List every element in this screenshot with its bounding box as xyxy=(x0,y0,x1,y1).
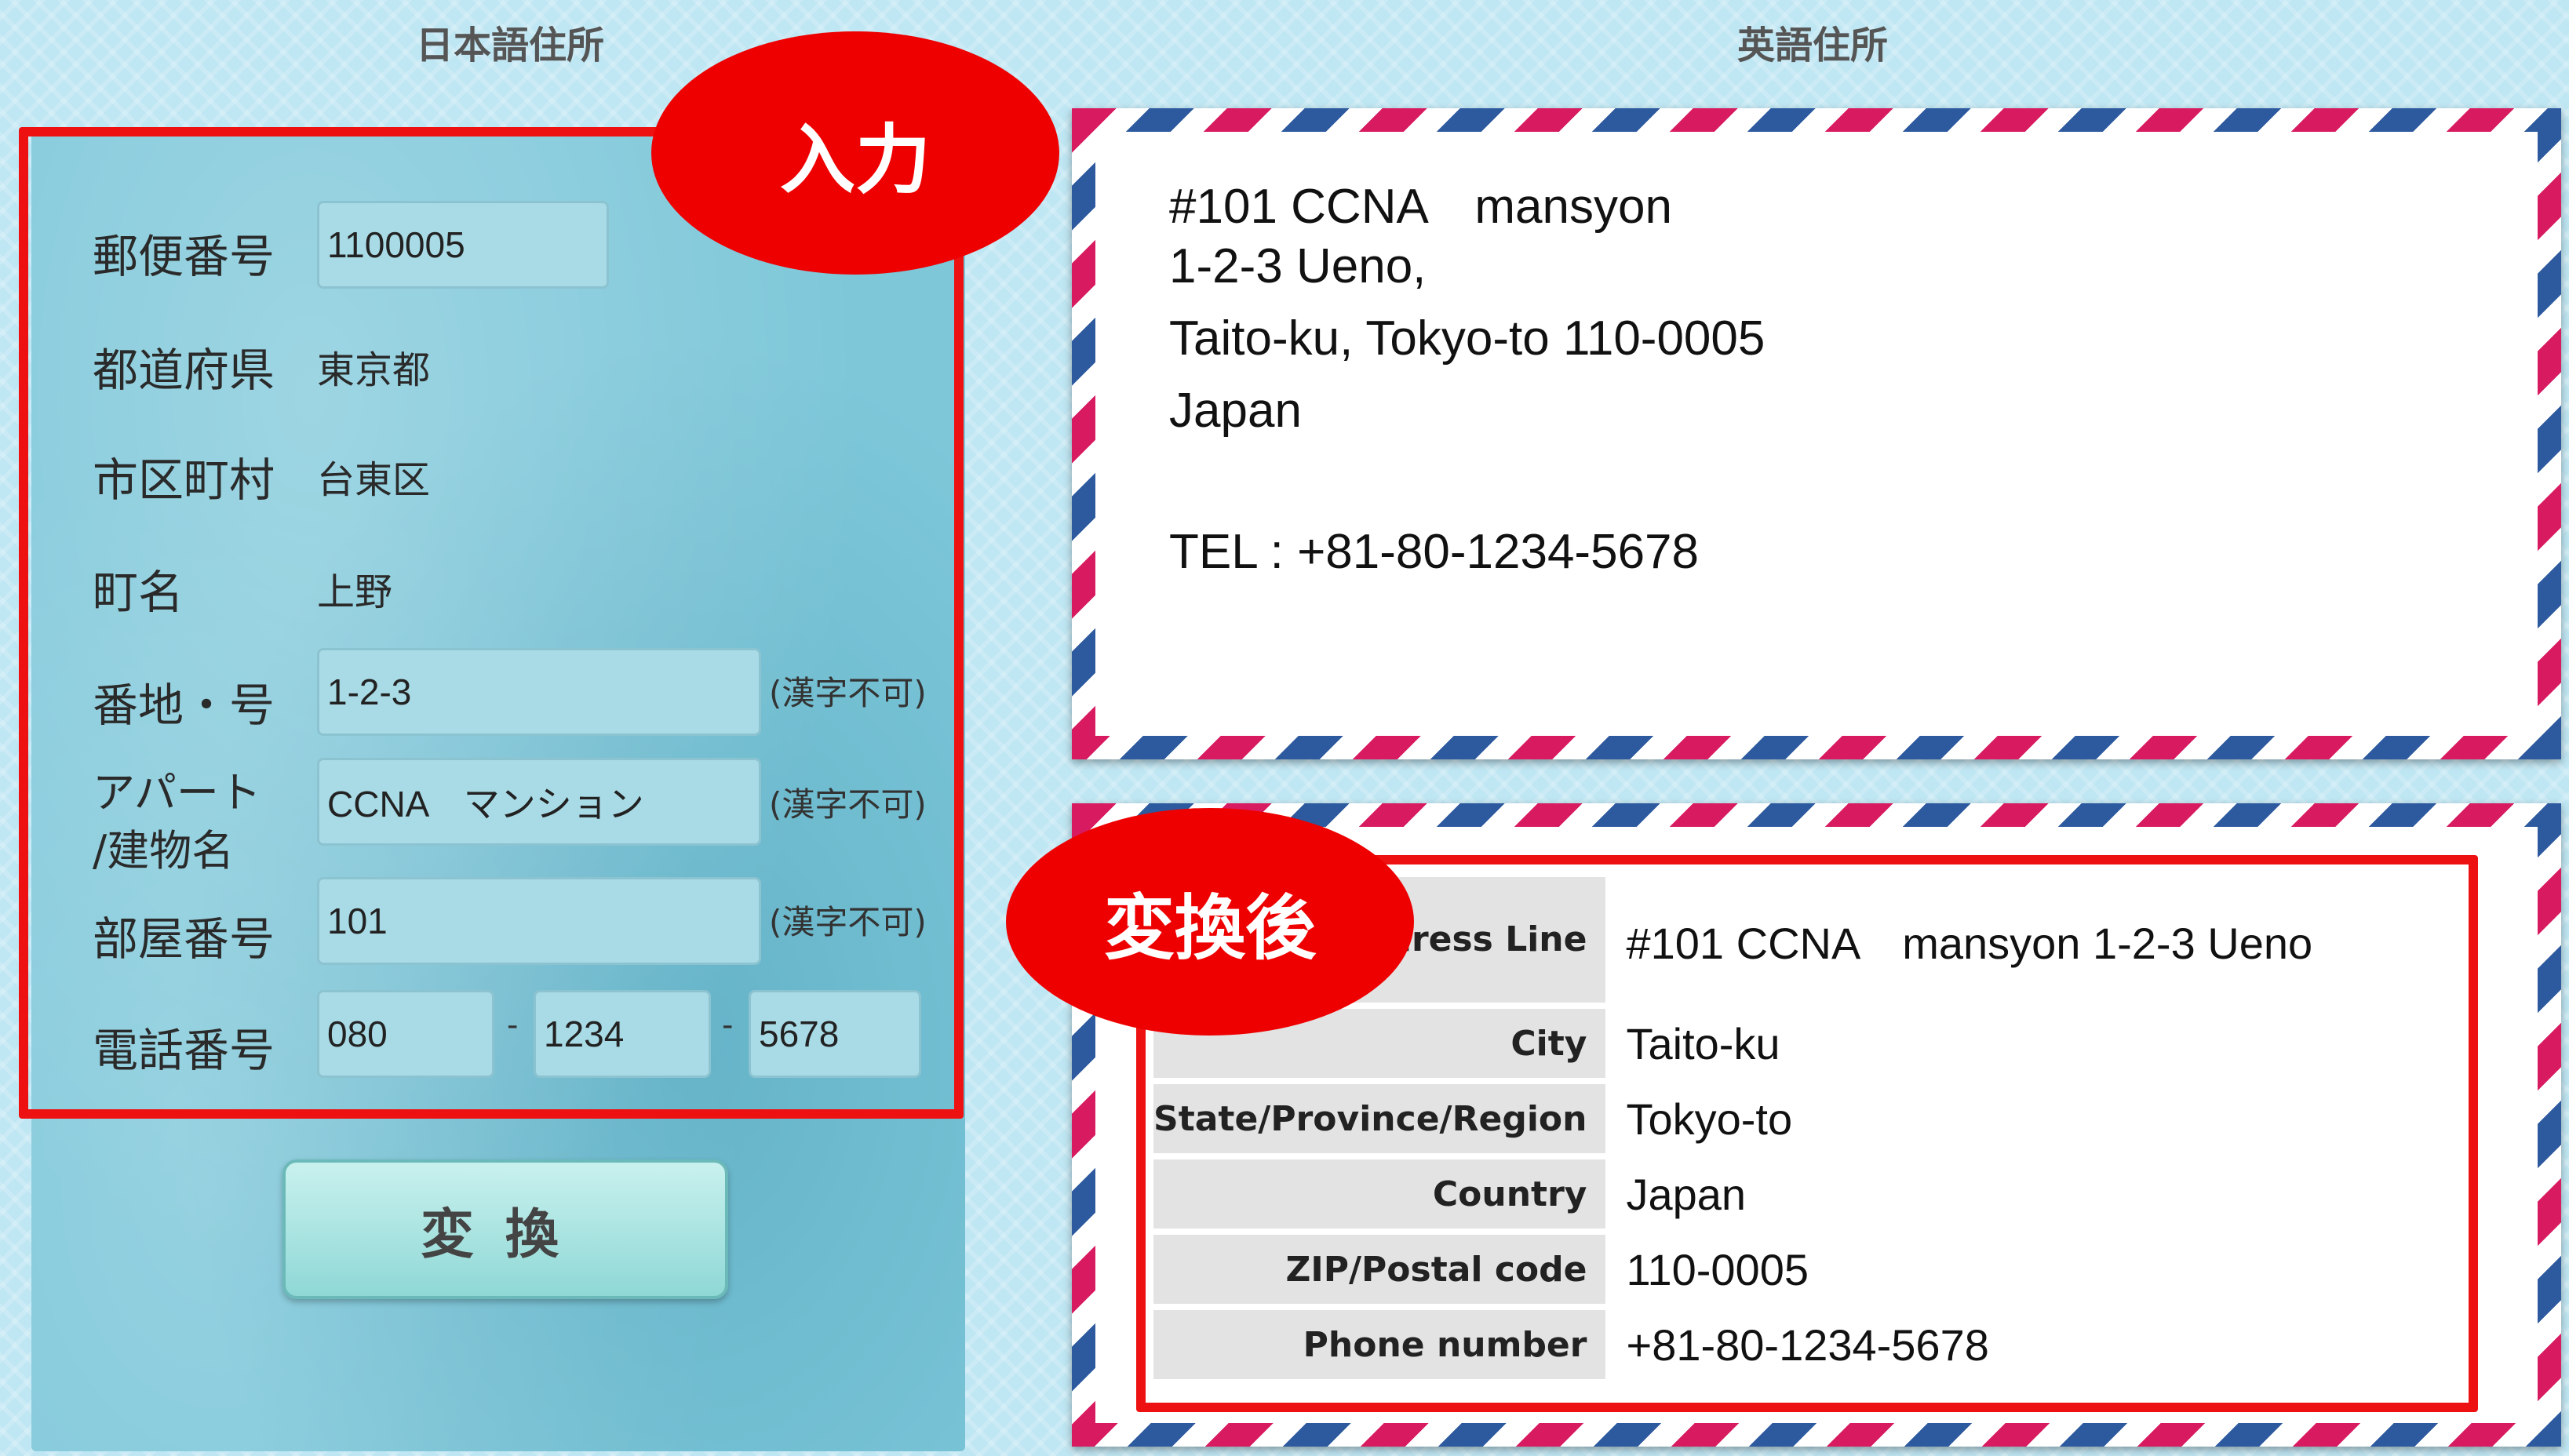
english-address-heading: 英語住所 xyxy=(1736,24,1888,67)
envelope-line-1: #101 CCNA mansyon xyxy=(1169,180,1672,234)
envelope-line-4: Japan xyxy=(1169,384,1302,438)
envelope-line-2: 1-2-3 Ueno, xyxy=(1169,239,1427,293)
envelope-phone-line: TEL : +81-80-1234-5678 xyxy=(1169,525,1700,579)
input-highlight-frame xyxy=(19,127,964,1119)
japanese-address-heading: 日本語住所 xyxy=(415,24,604,67)
input-callout: 入力 xyxy=(651,31,1059,275)
after-conversion-callout: 変換後 xyxy=(1006,808,1414,1036)
convert-button[interactable]: 変換 xyxy=(282,1159,728,1299)
envelope-line-3: Taito-ku, Tokyo-to 110-0005 xyxy=(1169,311,1766,366)
